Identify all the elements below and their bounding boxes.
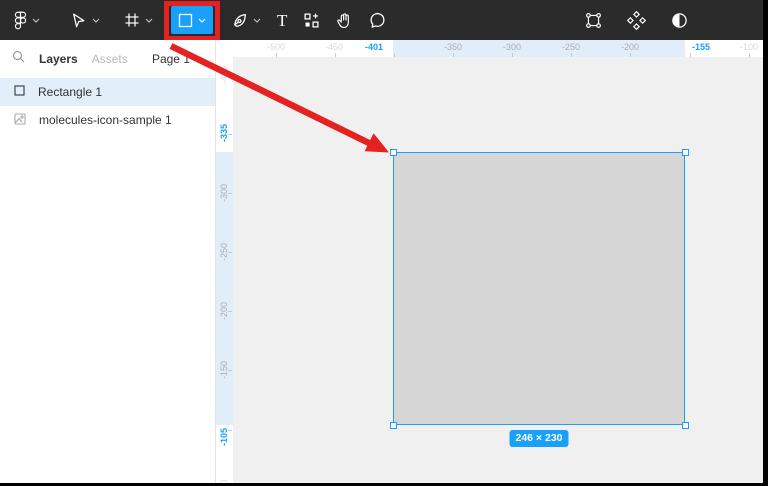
rectangle-layer-icon: [14, 85, 25, 99]
vertical-ruler: -400-335-300-250-200-150-105-50: [216, 57, 233, 483]
hand-icon: [336, 12, 353, 29]
ruler-tick: [228, 252, 232, 253]
layer-name: molecules-icon-sample 1: [39, 113, 172, 127]
ruler-label: -335: [219, 124, 229, 142]
cursor-icon: [70, 12, 87, 29]
rectangle-tool-button[interactable]: [171, 6, 213, 34]
pen-tool-button[interactable]: [223, 0, 269, 40]
mask-half-moon-icon: [670, 11, 689, 30]
chevron-down-icon: [32, 18, 40, 23]
canvas[interactable]: 246 × 230: [233, 57, 763, 483]
layer-row-rectangle-1[interactable]: Rectangle 1: [0, 78, 215, 106]
ruler-label: -50: [219, 479, 229, 483]
app-window: T: [0, 0, 763, 483]
rectangle-icon: [178, 13, 193, 28]
use-as-mask-button[interactable]: [662, 0, 697, 40]
comment-tool-button[interactable]: [361, 0, 394, 40]
ruler-label: -200: [621, 42, 639, 52]
layers-panel: Layers Assets Page 1 Rectangle 1: [0, 40, 216, 483]
main-menu-button[interactable]: [6, 0, 48, 40]
pen-icon: [231, 12, 248, 29]
frame-tool-button[interactable]: [116, 0, 161, 40]
resize-handle-bottom-left[interactable]: [390, 422, 397, 429]
ruler-tick: [228, 193, 232, 194]
tab-layers[interactable]: Layers: [39, 52, 78, 66]
ruler-label: -100: [740, 42, 758, 52]
ruler-label: -300: [503, 42, 521, 52]
edit-object-button[interactable]: [576, 0, 611, 40]
ruler-label: -450: [325, 42, 343, 52]
resources-tool-button[interactable]: [295, 0, 328, 40]
toolbar-right-group: [576, 0, 697, 40]
ruler-tick: [228, 430, 232, 431]
chevron-down-icon: [253, 18, 261, 23]
layer-name: Rectangle 1: [38, 85, 102, 99]
page-selector-label: Page 1: [152, 52, 190, 66]
tab-assets[interactable]: Assets: [92, 52, 128, 66]
image-layer-icon: [14, 113, 26, 128]
horizontal-ruler: -500 -450 -401 -350 -300 -250 -200 -155 -100: [216, 40, 763, 57]
component-diamonds-icon: [627, 11, 646, 30]
selection-size-badge: 246 × 230: [509, 430, 568, 447]
page-selector[interactable]: Page 1: [152, 52, 203, 66]
ruler-tick: [228, 311, 232, 312]
ruler-label: -500: [267, 42, 285, 52]
figma-logo-icon: [14, 11, 27, 30]
ruler-tick: [228, 75, 232, 76]
ruler-tick: [228, 370, 232, 371]
toolbar: T: [0, 0, 763, 40]
move-tool-button[interactable]: [62, 0, 108, 40]
edit-object-icon: [584, 11, 603, 30]
text-tool-button[interactable]: T: [269, 0, 295, 40]
resize-handle-top-left[interactable]: [390, 149, 397, 156]
selected-rectangle[interactable]: [393, 152, 685, 425]
ruler-label: -155: [692, 42, 710, 52]
selection-extent-horizontal: [393, 40, 685, 57]
ruler-label: -401: [365, 42, 383, 52]
ruler-tick: [228, 134, 232, 135]
layer-row-molecules-icon-sample-1[interactable]: molecules-icon-sample 1: [0, 106, 215, 134]
chevron-down-icon: [145, 18, 153, 23]
resize-handle-top-right[interactable]: [682, 149, 689, 156]
ruler-label: -350: [444, 42, 462, 52]
chevron-down-icon: [198, 18, 206, 23]
chevron-down-icon: [195, 52, 203, 66]
chevron-down-icon: [92, 18, 100, 23]
comment-bubble-icon: [369, 12, 386, 29]
create-component-button[interactable]: [619, 0, 654, 40]
text-tool-icon: T: [277, 12, 287, 29]
search-icon[interactable]: [12, 50, 25, 68]
resize-handle-bottom-right[interactable]: [682, 422, 689, 429]
hand-tool-button[interactable]: [328, 0, 361, 40]
layers-panel-header: Layers Assets Page 1: [0, 40, 215, 78]
ruler-label: -250: [562, 42, 580, 52]
frame-hash-icon: [124, 12, 140, 28]
resources-icon: [303, 12, 320, 29]
